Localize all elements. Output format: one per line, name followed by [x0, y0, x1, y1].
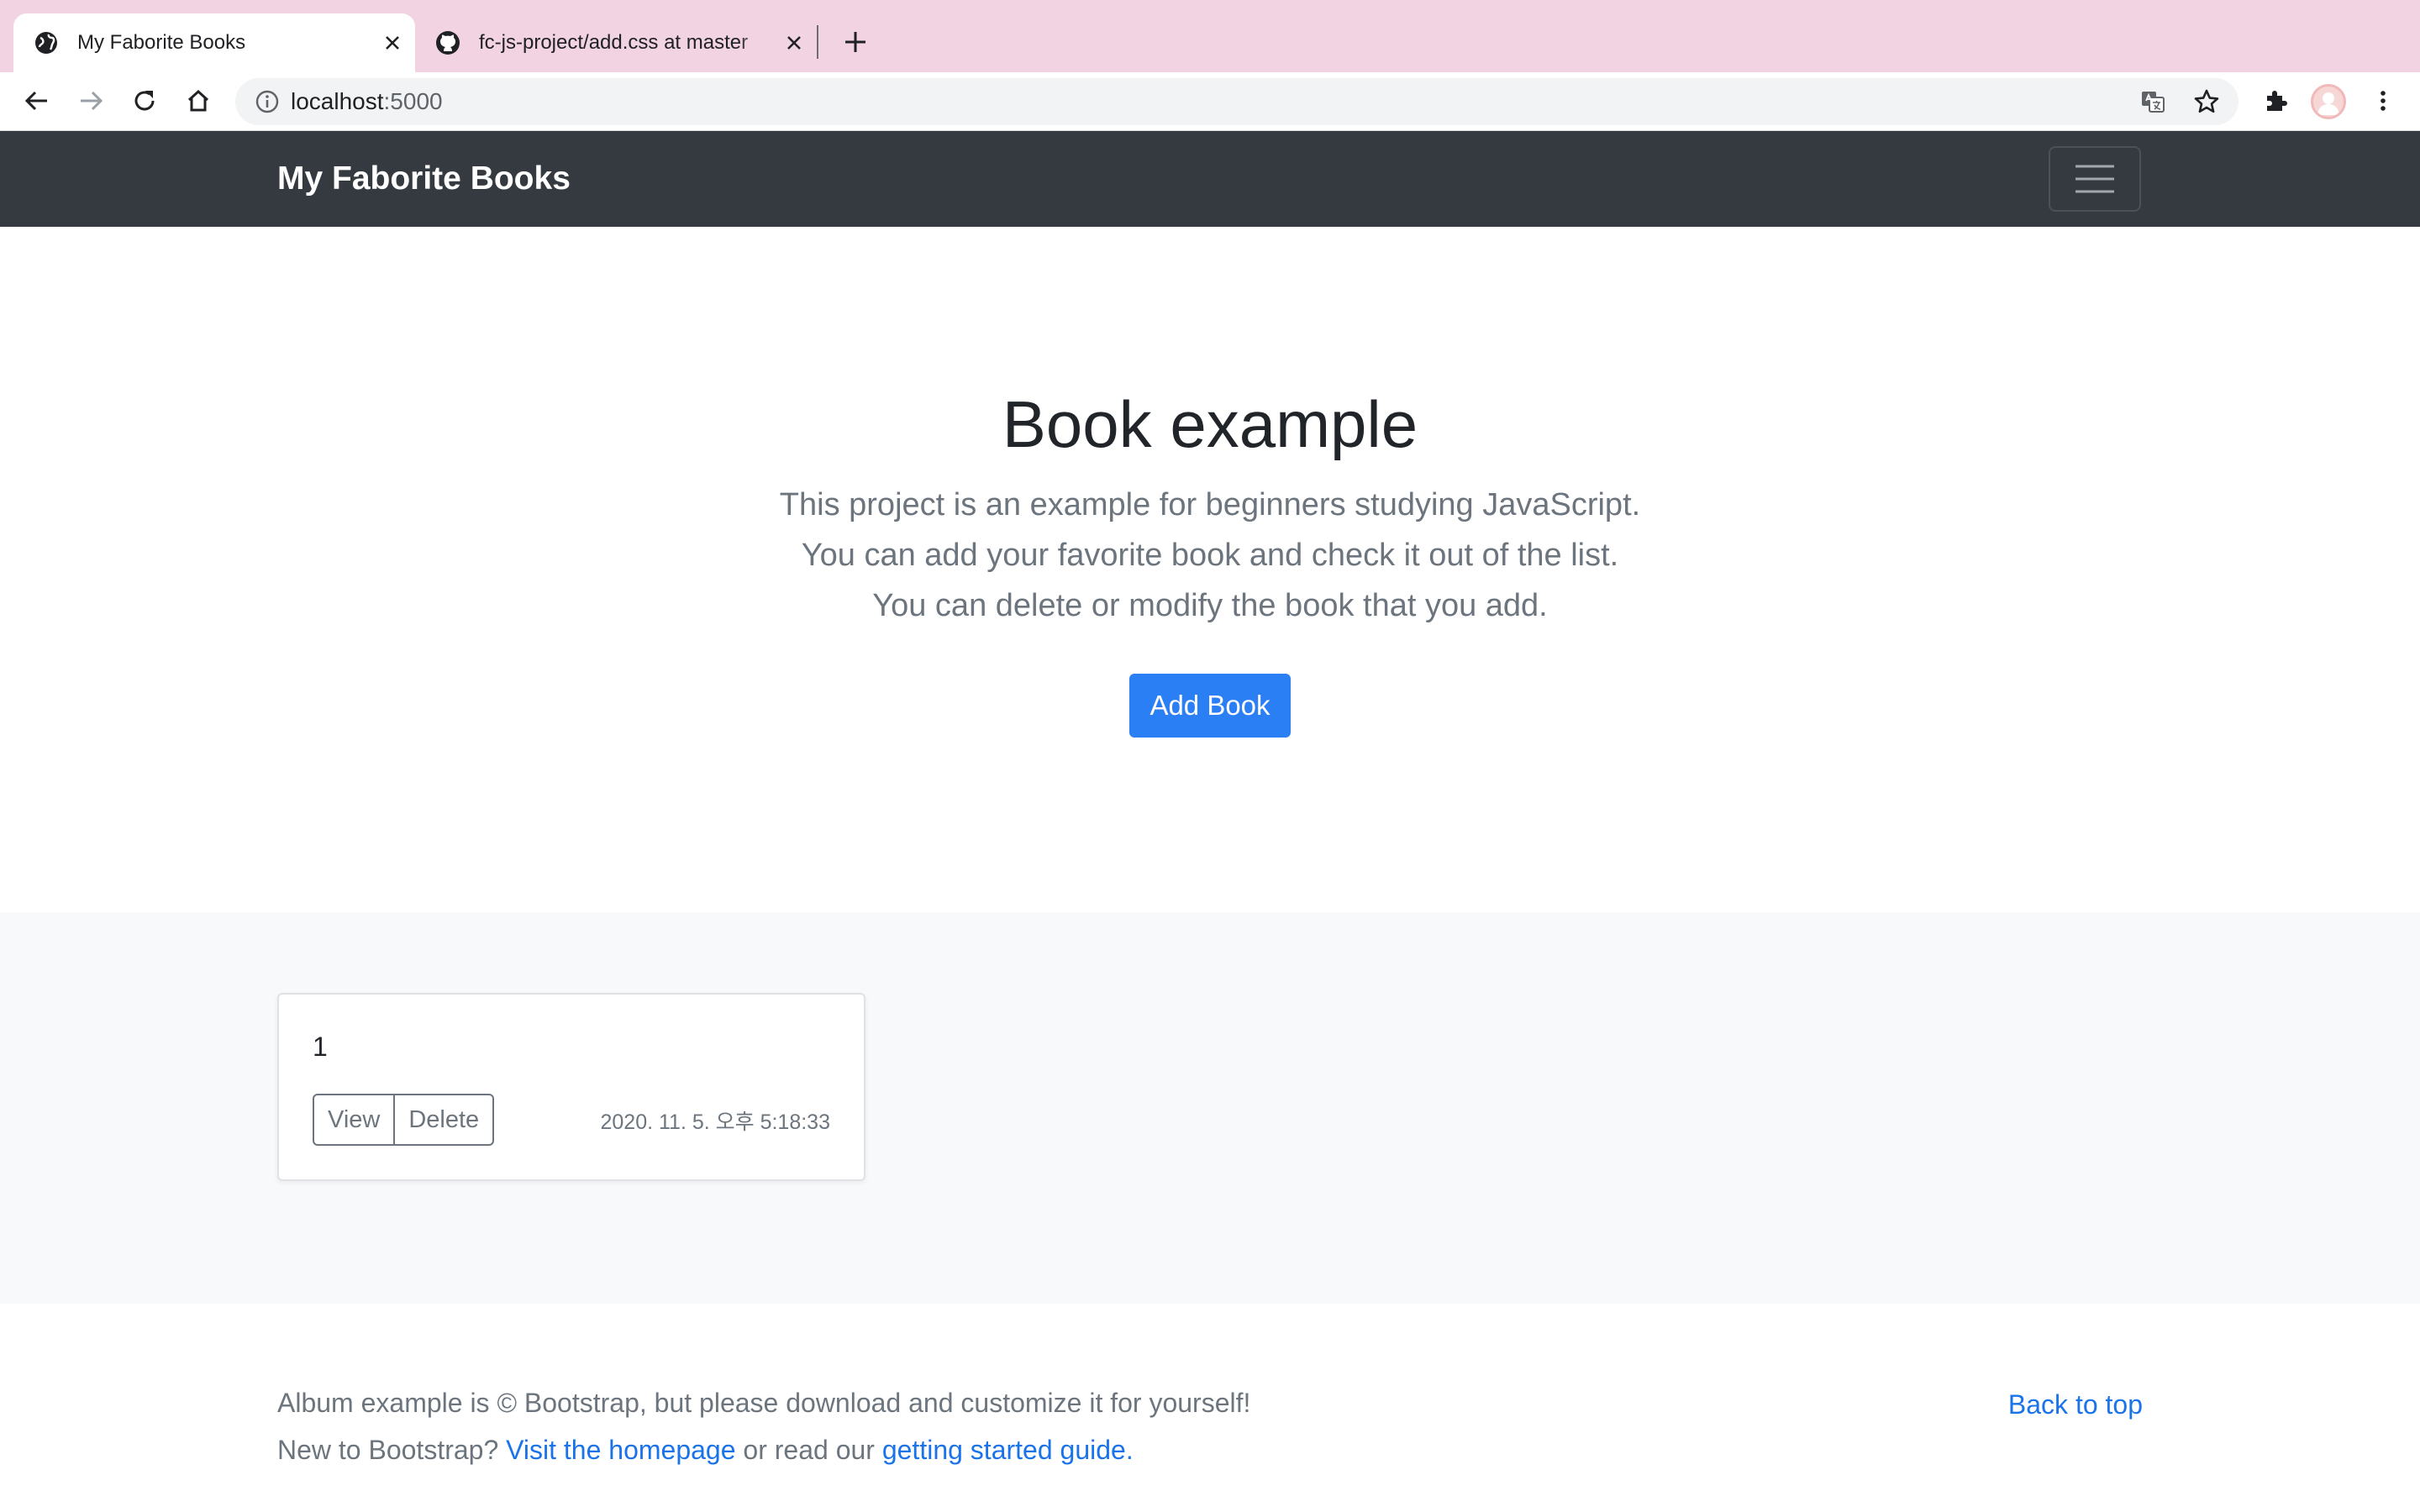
github-icon: [435, 30, 460, 55]
extensions-button[interactable]: [2255, 81, 2296, 121]
new-tab-button[interactable]: [837, 24, 874, 60]
tab-github-add-css[interactable]: fc-js-project/add.css at master: [415, 13, 818, 72]
book-card: 1 View Delete 2020. 11. 5. 오후 5:18:33: [277, 993, 865, 1181]
add-book-button[interactable]: Add Book: [1129, 674, 1291, 738]
book-actions: View Delete: [313, 1094, 495, 1146]
navbar-toggler-button[interactable]: [2049, 146, 2141, 212]
home-icon: [187, 89, 209, 112]
view-book-button[interactable]: View: [313, 1094, 396, 1146]
info-icon[interactable]: [254, 88, 281, 115]
forward-button[interactable]: [71, 81, 111, 121]
hero-section: Book example This project is an example …: [0, 227, 2420, 912]
back-to-top-link[interactable]: Back to top: [2008, 1389, 2143, 1420]
profile-avatar[interactable]: [2311, 84, 2346, 119]
tab-title: fc-js-project/add.css at master: [479, 31, 749, 54]
more-vertical-icon: [2381, 91, 2386, 111]
hero-description-line: You can add your favorite book and check…: [801, 538, 1619, 573]
reload-icon: [134, 91, 155, 111]
page-title: Book example: [1002, 387, 1418, 461]
site-footer: Album example is © Bootstrap, but please…: [0, 1304, 2420, 1512]
browser-tab-strip: My Faborite Books fc-js-project/add.css …: [0, 0, 2420, 72]
delete-book-button[interactable]: Delete: [395, 1094, 495, 1146]
book-created-time: 2020. 11. 5. 오후 5:18:33: [600, 1110, 830, 1134]
arrow-right-icon: [81, 91, 103, 111]
site-navbar: My Faborite Books: [0, 131, 2420, 227]
footer-copyright: Album example is © Bootstrap, but please…: [277, 1388, 1251, 1418]
book-title: 1: [313, 1032, 328, 1062]
hero-description-line: This project is an example for beginners…: [779, 487, 1641, 522]
home-button[interactable]: [178, 81, 218, 121]
footer-text: .: [1125, 1435, 1134, 1465]
translate-icon[interactable]: [2136, 85, 2170, 118]
back-button[interactable]: [17, 81, 57, 121]
globe-icon: [34, 30, 59, 55]
plus-icon: [845, 32, 865, 52]
homepage-link[interactable]: Visit the homepage: [506, 1435, 735, 1465]
hamburger-menu-icon: [2075, 165, 2114, 193]
tab-my-faborite-books[interactable]: My Faborite Books: [13, 13, 415, 72]
star-icon[interactable]: [2190, 85, 2223, 118]
footer-links-line: New to Bootstrap? Visit the homepage or …: [277, 1435, 1134, 1466]
close-tab-icon[interactable]: [781, 30, 807, 55]
tab-separator: [817, 25, 818, 59]
getting-started-link[interactable]: getting started guide: [882, 1435, 1126, 1465]
puzzle-icon: [2267, 91, 2287, 111]
book-list-section: 1 View Delete 2020. 11. 5. 오후 5:18:33: [0, 912, 2420, 1304]
address-bar[interactable]: localhost:5000: [235, 78, 2238, 125]
url-text: localhost:5000: [291, 88, 443, 114]
footer-text: or read our: [735, 1435, 882, 1465]
reload-button[interactable]: [124, 81, 165, 121]
footer-text: New to Bootstrap?: [277, 1435, 507, 1465]
browser-toolbar: localhost:5000: [0, 72, 2420, 131]
close-tab-icon[interactable]: [380, 30, 405, 55]
navbar-brand[interactable]: My Faborite Books: [277, 131, 571, 227]
arrow-left-icon: [24, 91, 47, 111]
browser-menu-button[interactable]: [2363, 81, 2403, 121]
hero-description-line: You can delete or modify the book that y…: [872, 588, 1548, 623]
tab-title: My Faborite Books: [77, 31, 246, 54]
